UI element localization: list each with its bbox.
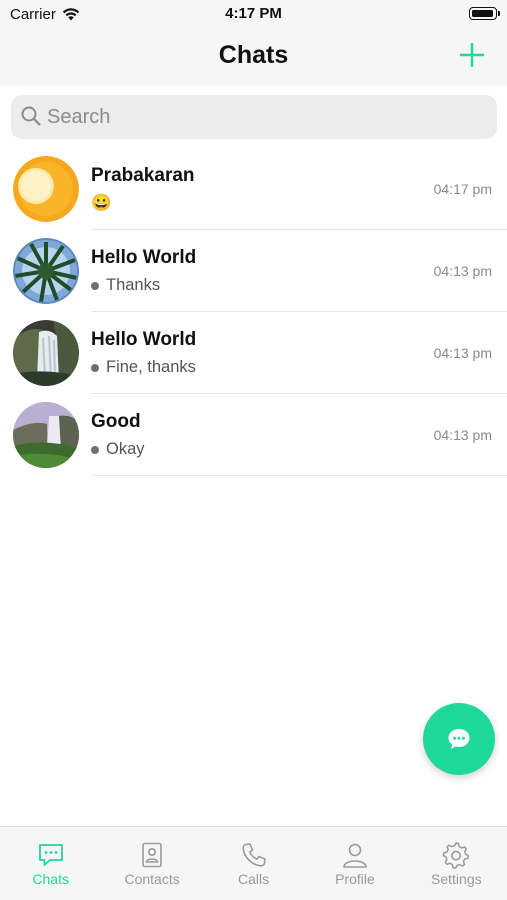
tab-bar: Chats Contacts Calls Profile Settings	[0, 826, 507, 900]
chat-time: 04:13 pm	[433, 263, 492, 279]
tab-profile[interactable]: Profile	[304, 827, 405, 900]
status-dot	[91, 281, 99, 290]
nav-bar: Chats	[0, 30, 507, 86]
tab-label: Chats	[32, 871, 69, 887]
tab-label: Profile	[335, 871, 375, 887]
chat-preview: Okay	[91, 440, 145, 459]
row-divider	[91, 475, 507, 476]
compose-chat-button[interactable]	[423, 703, 495, 775]
chat-preview-text: Okay	[106, 440, 145, 458]
chat-icon	[38, 844, 63, 866]
chat-time: 04:13 pm	[433, 345, 492, 361]
chat-name: Good	[91, 411, 141, 432]
search-icon	[21, 106, 41, 126]
gear-icon	[442, 842, 470, 869]
person-icon	[343, 843, 367, 868]
chat-time: 04:17 pm	[433, 181, 492, 197]
chat-row[interactable]: Good Okay 04:13 pm	[0, 394, 507, 476]
tab-label: Settings	[431, 871, 482, 887]
chat-bubble-icon	[448, 729, 470, 749]
chat-name: Hello World	[91, 329, 197, 350]
battery-icon	[469, 7, 500, 20]
status-time: 4:17 PM	[225, 5, 282, 22]
chat-name: Prabakaran	[91, 165, 195, 186]
sun-avatar	[13, 156, 79, 222]
search-bar[interactable]	[11, 95, 497, 139]
tab-settings[interactable]: Settings	[406, 827, 507, 900]
tab-label: Contacts	[124, 871, 180, 887]
tab-chats[interactable]: Chats	[0, 827, 101, 900]
tab-label: Calls	[237, 871, 270, 887]
palm-tree-avatar	[13, 238, 79, 304]
chat-row[interactable]: Prabakaran 😀 04:17 pm	[0, 148, 507, 230]
chat-row[interactable]: Hello World Thanks 04:13 pm	[0, 230, 507, 312]
chat-time: 04:13 pm	[433, 427, 492, 443]
chat-preview: Fine, thanks	[91, 358, 196, 377]
plus-icon	[459, 42, 485, 68]
chat-name: Hello World	[91, 247, 197, 268]
page-title: Chats	[218, 41, 289, 69]
chat-preview: Thanks	[91, 276, 160, 295]
phone-icon	[241, 843, 266, 867]
chat-row[interactable]: Hello World Fine, thanks 04:13 pm	[0, 312, 507, 394]
waterfall-valley-avatar	[13, 402, 79, 468]
status-dot	[91, 363, 99, 372]
search-input[interactable]	[47, 104, 477, 130]
status-bar: Carrier 4:17 PM	[0, 0, 507, 30]
contacts-icon	[142, 842, 162, 868]
chat-preview-text: Thanks	[106, 276, 161, 294]
tab-calls[interactable]: Calls	[203, 827, 304, 900]
status-dot	[91, 445, 99, 454]
chat-preview-text: Fine, thanks	[106, 358, 196, 376]
chat-preview: 😀	[91, 194, 112, 213]
chat-preview-text: 😀	[91, 194, 112, 212]
waterfall-avatar	[13, 320, 79, 386]
tab-contacts[interactable]: Contacts	[101, 827, 202, 900]
new-chat-button[interactable]	[457, 40, 487, 70]
chat-list: Prabakaran 😀 04:17 pm Hello World Thanks…	[0, 148, 507, 476]
